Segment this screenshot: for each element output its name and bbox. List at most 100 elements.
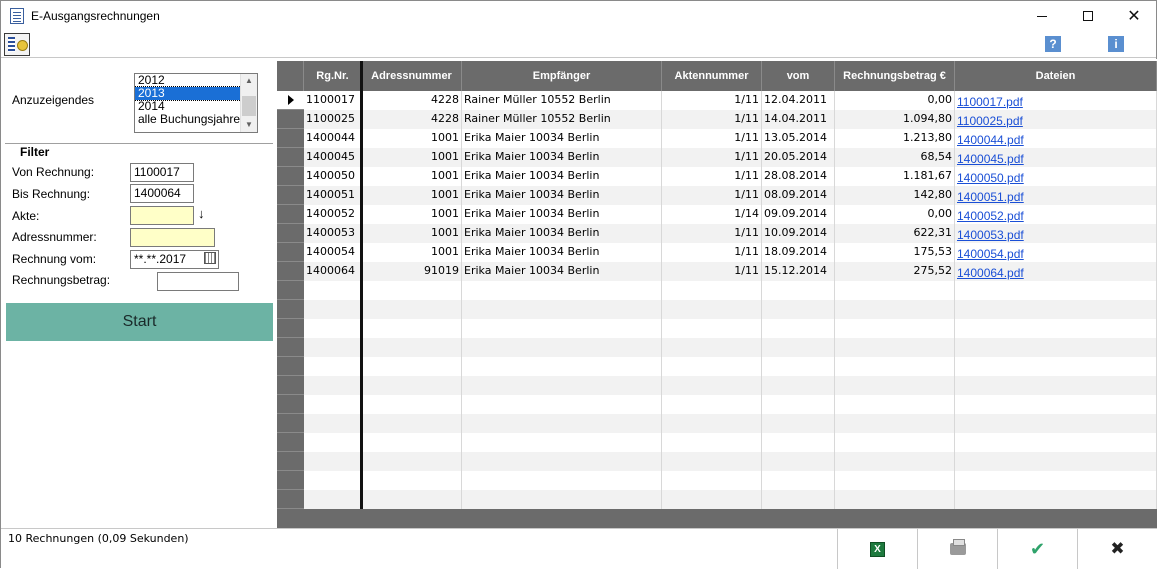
calendar-icon[interactable] (204, 252, 216, 264)
row-indicator[interactable] (277, 281, 304, 300)
start-button[interactable]: Start (6, 303, 273, 341)
row-indicator[interactable] (277, 186, 304, 205)
table-row[interactable]: 1400051 1001 Erika Maier 10034 Berlin 1/11 0… (304, 186, 1157, 205)
empty-table-row[interactable] (304, 376, 1157, 395)
cell-aktennummer: 1/11 (662, 224, 762, 243)
arrow-down-icon[interactable]: ↓ (198, 206, 205, 221)
cell-dateien[interactable]: 1400064.pdf (955, 262, 1157, 281)
empty-table-row[interactable] (304, 471, 1157, 490)
col-header-aktennummer[interactable]: Aktennummer (662, 61, 762, 91)
von-rechnung-input[interactable]: 1100017 (130, 163, 194, 182)
row-indicator[interactable] (277, 243, 304, 262)
row-indicator[interactable] (277, 452, 304, 471)
table-row[interactable]: 1400054 1001 Erika Maier 10034 Berlin 1/11 1… (304, 243, 1157, 262)
row-indicator[interactable] (277, 129, 304, 148)
row-indicator[interactable] (277, 338, 304, 357)
row-indicator[interactable] (277, 167, 304, 186)
empty-table-row[interactable] (304, 490, 1157, 509)
col-header-rgnr[interactable]: Rg.Nr. (304, 61, 362, 91)
maximize-button[interactable] (1065, 1, 1111, 31)
table-row[interactable]: 1400050 1001 Erika Maier 10034 Berlin 1/11 2… (304, 167, 1157, 186)
table-row[interactable]: 1400064 91019 Erika Maier 10034 Berlin 1/11… (304, 262, 1157, 281)
empty-table-row[interactable] (304, 281, 1157, 300)
cell-empfaenger (462, 357, 662, 376)
rechnungsbetrag-input[interactable] (157, 272, 239, 291)
col-header-adressnummer[interactable]: Adressnummer (362, 61, 462, 91)
year-option-all[interactable]: alle Buchungsjahre (135, 113, 241, 126)
cell-rgnr: 1400045 (304, 148, 362, 167)
scroll-thumb[interactable] (242, 96, 256, 116)
empty-table-row[interactable] (304, 414, 1157, 433)
row-indicator[interactable] (277, 414, 304, 433)
cell-empfaenger (462, 490, 662, 509)
cell-rgnr (304, 300, 362, 319)
cancel-button[interactable]: ✖ (1077, 529, 1157, 569)
table-row[interactable]: 1400052 1001 Erika Maier 10034 Berlin 1/14 0… (304, 205, 1157, 224)
empty-table-row[interactable] (304, 452, 1157, 471)
table-row[interactable]: 1400045 1001 Erika Maier 10034 Berlin 1/11 2… (304, 148, 1157, 167)
cell-dateien[interactable]: 1400045.pdf (955, 148, 1157, 167)
row-indicator[interactable] (277, 224, 304, 243)
empty-table-row[interactable] (304, 357, 1157, 376)
row-indicator[interactable] (277, 471, 304, 490)
row-indicator[interactable] (277, 300, 304, 319)
cell-dateien[interactable]: 1400053.pdf (955, 224, 1157, 243)
row-indicator[interactable] (277, 319, 304, 338)
row-indicator[interactable] (277, 262, 304, 281)
bis-rechnung-input[interactable]: 1400064 (130, 184, 194, 203)
cell-adressnummer: 1001 (362, 243, 462, 262)
toolbar-settings-button[interactable] (4, 33, 30, 56)
cell-dateien[interactable]: 1400044.pdf (955, 129, 1157, 148)
minimize-button[interactable] (1019, 1, 1065, 31)
cell-aktennummer (662, 319, 762, 338)
cell-rechnungsbetrag: 1.094,80 (835, 110, 955, 129)
empty-table-row[interactable] (304, 319, 1157, 338)
row-indicator[interactable] (277, 357, 304, 376)
cell-aktennummer (662, 281, 762, 300)
row-indicator[interactable] (277, 376, 304, 395)
listbox-scrollbar[interactable]: ▲ ▼ (240, 74, 257, 132)
cell-dateien[interactable]: 1400051.pdf (955, 186, 1157, 205)
table-row[interactable]: 1100017 4228 Rainer Müller 10552 Berlin 1/1… (304, 91, 1157, 110)
cell-dateien[interactable]: 1100017.pdf (955, 91, 1157, 110)
print-button[interactable] (917, 529, 997, 569)
cell-dateien[interactable]: 1100025.pdf (955, 110, 1157, 129)
cell-empfaenger: Erika Maier 10034 Berlin (462, 243, 662, 262)
year-listbox[interactable]: 2012 2013 2014 alle Buchungsjahre ▲ ▼ (134, 73, 258, 133)
row-indicator[interactable] (277, 148, 304, 167)
col-header-empfaenger[interactable]: Empfänger (462, 61, 662, 91)
cell-rechnungsbetrag (835, 471, 955, 490)
table-row[interactable]: 1400044 1001 Erika Maier 10034 Berlin 1/11 1… (304, 129, 1157, 148)
current-row-indicator-icon[interactable] (277, 91, 304, 110)
table-row[interactable]: 1100025 4228 Rainer Müller 10552 Berlin 1/1… (304, 110, 1157, 129)
cell-vom: 20.05.2014 (762, 148, 835, 167)
cell-dateien[interactable]: 1400054.pdf (955, 243, 1157, 262)
cell-rgnr: 1400064 (304, 262, 362, 281)
ok-button[interactable]: ✔ (997, 529, 1077, 569)
cell-adressnummer (362, 319, 462, 338)
akte-input[interactable] (130, 206, 194, 225)
empty-table-row[interactable] (304, 300, 1157, 319)
close-window-button[interactable]: ✕ (1111, 1, 1157, 31)
row-indicator[interactable] (277, 490, 304, 509)
row-indicator[interactable] (277, 433, 304, 452)
row-indicator[interactable] (277, 395, 304, 414)
row-indicator[interactable] (277, 110, 304, 129)
export-excel-button[interactable]: X (837, 529, 917, 569)
empty-table-row[interactable] (304, 433, 1157, 452)
help-icon[interactable]: ? (1045, 36, 1061, 52)
cell-empfaenger: Rainer Müller 10552 Berlin (462, 91, 662, 110)
cell-dateien[interactable]: 1400050.pdf (955, 167, 1157, 186)
col-header-rechnungsbetrag[interactable]: Rechnungsbetrag € (835, 61, 955, 91)
scroll-down-icon[interactable]: ▼ (241, 118, 257, 132)
row-indicator[interactable] (277, 205, 304, 224)
info-icon[interactable]: i (1108, 36, 1124, 52)
empty-table-row[interactable] (304, 395, 1157, 414)
col-header-dateien[interactable]: Dateien (955, 61, 1157, 91)
adressnummer-input[interactable] (130, 228, 215, 247)
col-header-vom[interactable]: vom (762, 61, 835, 91)
cell-dateien[interactable]: 1400052.pdf (955, 205, 1157, 224)
table-row[interactable]: 1400053 1001 Erika Maier 10034 Berlin 1/11 1… (304, 224, 1157, 243)
empty-table-row[interactable] (304, 338, 1157, 357)
scroll-up-icon[interactable]: ▲ (241, 74, 257, 88)
